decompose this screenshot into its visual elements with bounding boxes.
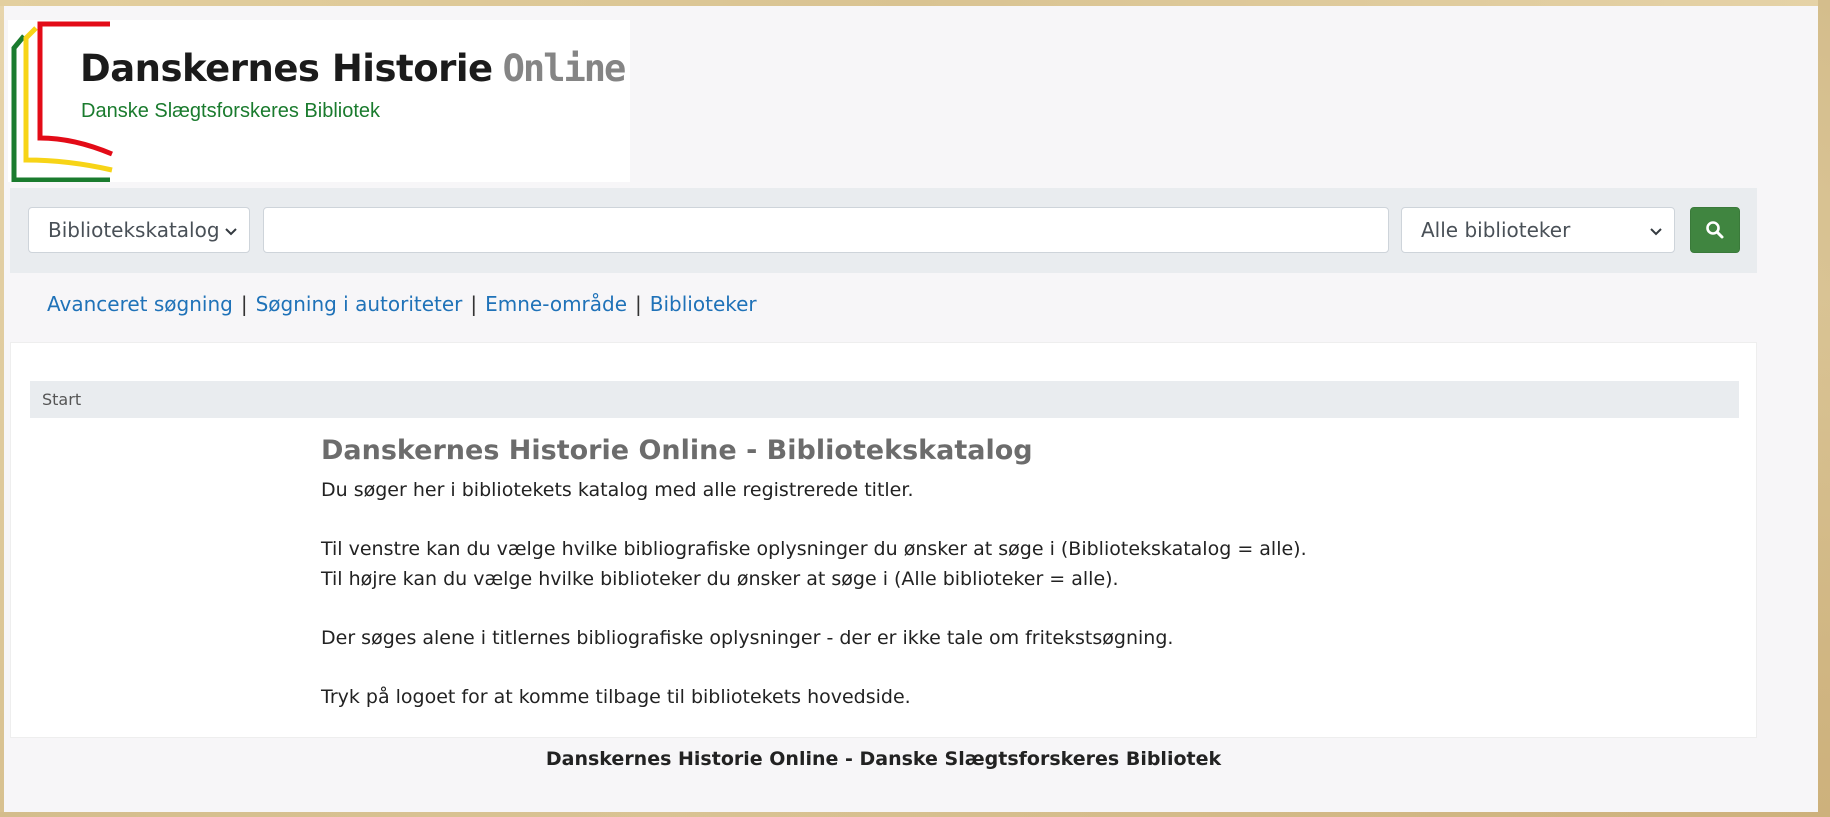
search-input[interactable] [263, 207, 1389, 253]
libraries-link[interactable]: Biblioteker [650, 292, 757, 316]
link-separator: | [635, 292, 642, 316]
site-logo[interactable]: Danskernes Historie Online Danske Slægtsf… [8, 20, 630, 182]
intro-text: Du søger her i bibliotekets katalog med … [321, 479, 914, 502]
search-links: Avanceret søgning | Søgning i autoriteter |… [47, 292, 757, 316]
search-index-select[interactable]: Bibliotekskatalog [28, 207, 250, 253]
search-button[interactable] [1690, 207, 1740, 253]
logo-title-online: Online [502, 47, 627, 90]
breadcrumb: Start [30, 381, 1739, 418]
left-select-help-text: Til venstre kan du vælge hvilke bibliogr… [321, 538, 1307, 561]
main-panel: Start Danskernes Historie Online - Bibli… [10, 342, 1757, 738]
library-select[interactable]: Alle biblioteker [1401, 207, 1675, 253]
logo-subtitle: Danske Slægtsforskeres Bibliotek [81, 100, 381, 122]
search-icon [1706, 221, 1724, 239]
page-title: Danskernes Historie Online - Biblioteksk… [321, 435, 1033, 466]
main-content: Danskernes Historie Online - Biblioteksk… [321, 435, 1621, 712]
logo-title-main: Danskernes Historie [80, 47, 493, 90]
search-scope-text: Der søges alene i titlernes bibliografis… [321, 627, 1174, 650]
logo-title: Danskernes Historie Online [80, 47, 627, 90]
library-select-value: Alle biblioteker [1421, 218, 1571, 242]
chevron-down-icon [1650, 228, 1662, 236]
footer-text: Danskernes Historie Online - Danske Slæg… [545, 748, 1222, 770]
chevron-down-icon [225, 228, 237, 236]
page: Danskernes Historie Online Danske Slægtsf… [0, 0, 1818, 812]
link-separator: | [240, 292, 248, 316]
logo-hint-text: Tryk på logoet for at komme tilbage til … [321, 686, 911, 709]
search-index-value: Bibliotekskatalog [48, 218, 220, 242]
subject-area-link[interactable]: Emne-område [485, 292, 627, 316]
breadcrumb-home-link[interactable]: Start [42, 390, 81, 409]
authority-search-link[interactable]: Søgning i autoriteter [256, 292, 463, 316]
link-separator: | [470, 292, 478, 316]
advanced-search-link[interactable]: Avanceret søgning [47, 292, 233, 316]
right-select-help-text: Til højre kan du vælge hvilke biblioteke… [321, 568, 1119, 591]
search-bar: Bibliotekskatalog Alle biblioteker [10, 188, 1757, 273]
